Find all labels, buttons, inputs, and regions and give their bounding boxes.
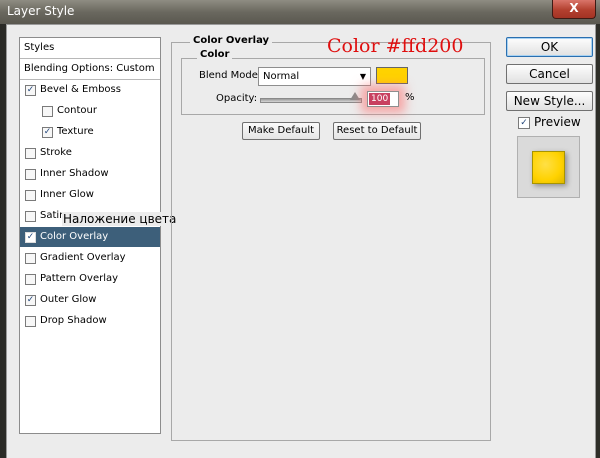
cancel-button[interactable]: Cancel <box>506 64 593 84</box>
sidebar-item-label: Pattern Overlay <box>40 273 119 284</box>
opacity-input[interactable]: 100 <box>367 91 399 107</box>
sidebar-item-label: Bevel & Emboss <box>40 84 121 95</box>
checkbox[interactable] <box>25 148 36 159</box>
opacity-percent-sign: % <box>405 92 415 103</box>
sidebar-item-label: Gradient Overlay <box>40 252 126 263</box>
checkbox[interactable] <box>25 190 36 201</box>
annotation-russian-label: Наложение цвета <box>62 212 178 226</box>
close-button[interactable]: X <box>552 0 596 19</box>
blend-mode-value: Normal <box>263 71 300 82</box>
ok-button[interactable]: OK <box>506 37 593 57</box>
styles-header-label: Styles <box>24 42 55 53</box>
reset-default-button[interactable]: Reset to Default <box>333 122 421 140</box>
blend-mode-select[interactable]: Normal ▼ <box>258 67 371 86</box>
color-subtitle: Color <box>197 49 233 60</box>
opacity-label: Opacity: <box>216 93 258 104</box>
sidebar-item-label: Texture <box>57 126 94 137</box>
checkbox[interactable] <box>25 211 36 222</box>
sidebar-item-drop-shadow[interactable]: Drop Shadow <box>20 311 160 331</box>
sidebar-item-label: Color Overlay <box>40 231 109 242</box>
sidebar-item-label: Stroke <box>40 147 72 158</box>
dialog-body: Styles Blending Options: Custom ✓ Bevel &… <box>6 24 596 458</box>
checkbox[interactable]: ✓ <box>25 295 36 306</box>
blending-options-label: Blending Options: Custom <box>24 63 155 74</box>
sidebar-item-label: Outer Glow <box>40 294 97 305</box>
title-bar: Layer Style X <box>0 0 600 24</box>
annotation-color-label: Color #ffd200 <box>327 35 464 57</box>
sidebar-item-inner-shadow[interactable]: Inner Shadow <box>20 164 160 184</box>
checkbox[interactable] <box>25 253 36 264</box>
sidebar-item-texture[interactable]: ✓ Texture <box>20 122 160 142</box>
checkbox[interactable]: ✓ <box>42 127 53 138</box>
styles-header[interactable]: Styles <box>20 38 160 59</box>
blend-mode-label: Blend Mode: <box>199 70 262 81</box>
preview-checkbox[interactable]: ✓ <box>518 117 530 129</box>
sidebar-item-label: Contour <box>57 105 97 116</box>
color-overlay-title: Color Overlay <box>190 35 273 46</box>
checkbox[interactable] <box>25 274 36 285</box>
sidebar-item-stroke[interactable]: Stroke <box>20 143 160 163</box>
sidebar-item-color-overlay[interactable]: ✓ Color Overlay <box>20 227 160 247</box>
sidebar-item-inner-glow[interactable]: Inner Glow <box>20 185 160 205</box>
sidebar-item-label: Drop Shadow <box>40 315 107 326</box>
opacity-value: 100 <box>369 93 391 105</box>
sidebar-item-outer-glow[interactable]: ✓ Outer Glow <box>20 290 160 310</box>
overlay-color-swatch[interactable] <box>376 67 408 84</box>
checkbox[interactable] <box>42 106 53 117</box>
sidebar-item-label: Inner Shadow <box>40 168 109 179</box>
sidebar-item-gradient-overlay[interactable]: Gradient Overlay <box>20 248 160 268</box>
preview-thumbnail <box>532 151 565 184</box>
make-default-button[interactable]: Make Default <box>242 122 320 140</box>
style-preview <box>517 136 580 198</box>
window-title: Layer Style <box>7 4 75 18</box>
sidebar-item-label: Inner Glow <box>40 189 94 200</box>
opacity-slider-thumb[interactable] <box>350 92 360 100</box>
chevron-down-icon: ▼ <box>359 72 366 81</box>
opacity-slider[interactable] <box>260 98 362 103</box>
sidebar-item-contour[interactable]: Contour <box>20 101 160 121</box>
styles-list: Styles Blending Options: Custom ✓ Bevel &… <box>19 37 161 434</box>
checkbox[interactable]: ✓ <box>25 85 36 96</box>
new-style-button[interactable]: New Style... <box>506 91 593 111</box>
blending-options-item[interactable]: Blending Options: Custom <box>20 59 160 80</box>
checkbox[interactable]: ✓ <box>25 232 36 243</box>
check-icon: ✓ <box>520 118 528 128</box>
checkbox[interactable] <box>25 169 36 180</box>
checkbox[interactable] <box>25 316 36 327</box>
sidebar-item-pattern-overlay[interactable]: Pattern Overlay <box>20 269 160 289</box>
sidebar-item-bevel-emboss[interactable]: ✓ Bevel & Emboss <box>20 80 160 100</box>
preview-label: Preview <box>534 115 581 129</box>
